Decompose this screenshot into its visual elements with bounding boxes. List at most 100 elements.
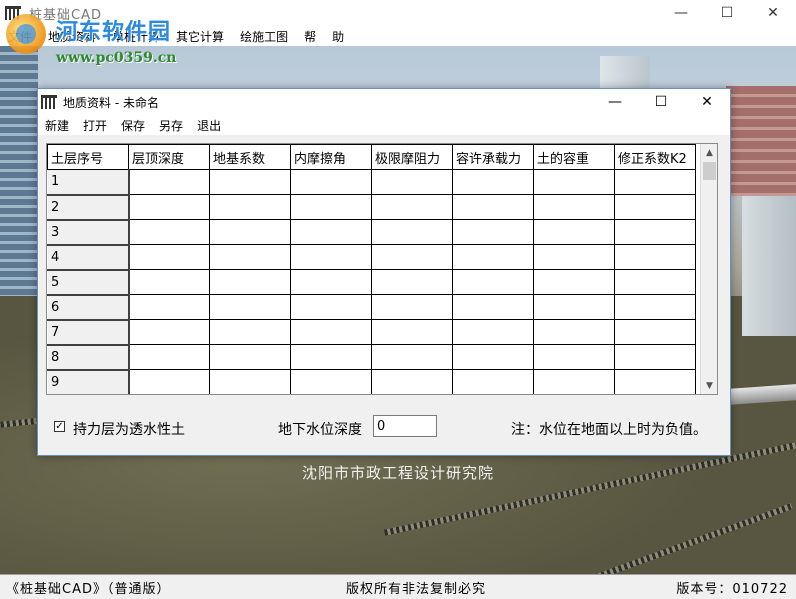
grid-cell[interactable]: [128, 219, 210, 245]
grid-cell[interactable]: [452, 269, 534, 295]
minimize-button[interactable]: —: [658, 0, 704, 26]
menu-exit[interactable]: 退出: [190, 117, 228, 134]
row-number[interactable]: 3: [47, 219, 130, 246]
menu-single-pile[interactable]: 单桩计算: [104, 28, 168, 45]
grid-cell[interactable]: [614, 244, 696, 270]
grid-cell[interactable]: [533, 269, 615, 295]
scroll-thumb[interactable]: [703, 162, 716, 180]
grid-cell[interactable]: [533, 319, 615, 345]
grid-cell[interactable]: [533, 194, 615, 220]
grid-cell[interactable]: [533, 244, 615, 270]
grid-cell[interactable]: [533, 344, 615, 370]
grid-cell[interactable]: [614, 269, 696, 295]
menu-geology[interactable]: 地质资料: [40, 28, 104, 45]
grid-cell[interactable]: [290, 269, 372, 295]
grid-cell[interactable]: [128, 194, 210, 220]
column-header[interactable]: 层顶深度: [128, 144, 210, 170]
column-header[interactable]: 土层序号: [47, 144, 129, 170]
row-number[interactable]: 4: [47, 244, 130, 271]
grid-cell[interactable]: [290, 194, 372, 220]
column-header[interactable]: 地基系数: [209, 144, 291, 170]
row-number[interactable]: 2: [47, 194, 130, 221]
grid-cell[interactable]: [290, 344, 372, 370]
dialog-maximize-button[interactable]: ☐: [638, 89, 684, 115]
column-header[interactable]: 土的容重: [533, 144, 615, 170]
column-header[interactable]: 修正系数K2: [614, 144, 696, 170]
row-number[interactable]: 5: [47, 269, 130, 296]
grid-cell[interactable]: [209, 369, 291, 394]
menu-help-1[interactable]: 帮: [296, 28, 324, 45]
grid-cell[interactable]: [614, 319, 696, 345]
column-header[interactable]: 内摩擦角: [290, 144, 372, 170]
grid-cell[interactable]: [533, 369, 615, 394]
grid-cell[interactable]: [128, 169, 210, 195]
grid-cell[interactable]: [371, 369, 453, 394]
grid-cell[interactable]: [290, 169, 372, 195]
soil-layer-grid[interactable]: 土层序号 层顶深度 地基系数 内摩擦角 极限摩阻力 容许承载力 土的容重 修正系…: [46, 143, 718, 395]
grid-cell[interactable]: [209, 319, 291, 345]
grid-vertical-scrollbar[interactable]: ▲ ▼: [700, 144, 717, 394]
grid-cell[interactable]: [452, 219, 534, 245]
grid-cell[interactable]: [209, 294, 291, 320]
grid-cell[interactable]: [533, 294, 615, 320]
close-button[interactable]: ✕: [750, 0, 796, 26]
grid-cell[interactable]: [128, 344, 210, 370]
grid-cell[interactable]: [371, 244, 453, 270]
grid-cell[interactable]: [452, 244, 534, 270]
menu-save-as[interactable]: 另存: [152, 117, 190, 134]
dialog-minimize-button[interactable]: —: [592, 89, 638, 115]
row-number[interactable]: 9: [47, 369, 130, 394]
permeable-soil-label[interactable]: 持力层为透水性土: [73, 419, 185, 439]
grid-cell[interactable]: [290, 219, 372, 245]
grid-cell[interactable]: [371, 319, 453, 345]
scroll-down-icon[interactable]: ▼: [701, 377, 717, 394]
grid-cell[interactable]: [614, 219, 696, 245]
row-number[interactable]: 8: [47, 344, 130, 371]
grid-cell[interactable]: [371, 219, 453, 245]
grid-cell[interactable]: [209, 194, 291, 220]
grid-cell[interactable]: [128, 319, 210, 345]
grid-cell[interactable]: [128, 369, 210, 394]
grid-cell[interactable]: [614, 344, 696, 370]
soil-layer-table[interactable]: 土层序号 层顶深度 地基系数 内摩擦角 极限摩阻力 容许承载力 土的容重 修正系…: [47, 144, 696, 394]
grid-cell[interactable]: [371, 269, 453, 295]
water-level-input[interactable]: [373, 415, 437, 437]
grid-cell[interactable]: [371, 169, 453, 195]
menu-other-calc[interactable]: 其它计算: [168, 28, 232, 45]
grid-cell[interactable]: [128, 244, 210, 270]
grid-cell[interactable]: [533, 219, 615, 245]
grid-cell[interactable]: [533, 169, 615, 195]
permeable-soil-checkbox[interactable]: ✓: [54, 421, 65, 432]
grid-cell[interactable]: [209, 169, 291, 195]
grid-cell[interactable]: [452, 319, 534, 345]
grid-cell[interactable]: [452, 194, 534, 220]
grid-cell[interactable]: [452, 344, 534, 370]
grid-cell[interactable]: [128, 269, 210, 295]
menu-save[interactable]: 保存: [114, 117, 152, 134]
menu-new[interactable]: 新建: [38, 117, 76, 134]
row-number[interactable]: 1: [47, 169, 130, 196]
menu-file[interactable]: 文件: [0, 28, 40, 45]
grid-cell[interactable]: [290, 319, 372, 345]
grid-cell[interactable]: [128, 294, 210, 320]
grid-cell[interactable]: [614, 369, 696, 394]
scroll-up-icon[interactable]: ▲: [701, 144, 717, 161]
menu-help-2[interactable]: 助: [324, 28, 352, 45]
grid-cell[interactable]: [614, 294, 696, 320]
menu-drawing[interactable]: 绘施工图: [232, 28, 296, 45]
grid-cell[interactable]: [614, 169, 696, 195]
grid-cell[interactable]: [614, 194, 696, 220]
maximize-button[interactable]: ☐: [704, 0, 750, 26]
grid-cell[interactable]: [209, 219, 291, 245]
grid-cell[interactable]: [209, 244, 291, 270]
grid-cell[interactable]: [371, 294, 453, 320]
grid-cell[interactable]: [290, 294, 372, 320]
column-header[interactable]: 极限摩阻力: [371, 144, 453, 170]
dialog-close-button[interactable]: ✕: [684, 89, 730, 115]
menu-open[interactable]: 打开: [76, 117, 114, 134]
grid-cell[interactable]: [452, 169, 534, 195]
row-number[interactable]: 6: [47, 294, 130, 321]
column-header[interactable]: 容许承载力: [452, 144, 534, 170]
grid-cell[interactable]: [371, 194, 453, 220]
grid-cell[interactable]: [371, 344, 453, 370]
